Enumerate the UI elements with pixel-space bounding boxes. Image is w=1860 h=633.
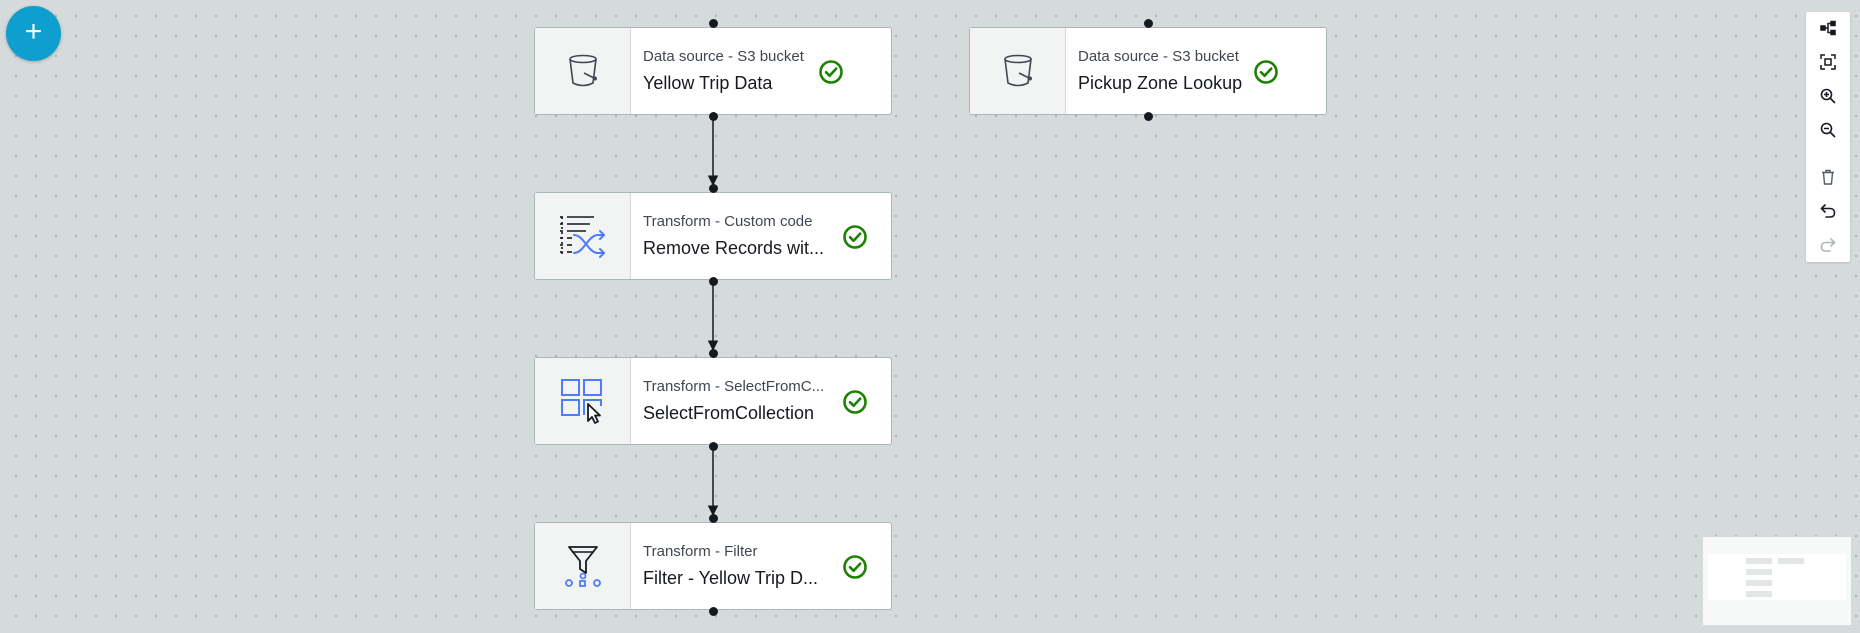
node-yellow-trip-data[interactable]: Data source - S3 bucket Yellow Trip Data [534,27,892,115]
pipeline-canvas[interactable]: + Data source - S3 bucket Yellow Trip Da… [0,0,1860,633]
node-input-port[interactable] [709,184,718,193]
edge-layer [707,116,719,517]
zoom-out-button[interactable] [1816,118,1840,142]
zoom-in-button[interactable] [1816,84,1840,108]
minimap-node [1746,580,1772,586]
node-type-label: Transform - Filter [643,543,758,560]
node-input-port[interactable] [1144,19,1153,28]
minimap-node [1746,558,1772,564]
layout-button[interactable] [1816,16,1840,40]
s3-bucket-icon [568,54,597,87]
select-from-collection-icon [560,379,602,424]
add-node-button[interactable]: + [6,6,61,61]
node-output-port[interactable] [709,277,718,286]
success-check-icon [843,225,867,249]
minimap-viewport[interactable] [1708,554,1846,600]
node-icon-box [535,193,631,279]
node-icon-box [535,28,631,114]
node-output-port[interactable] [709,112,718,121]
node-icon-box [535,358,631,444]
node-type-label: Transform - Custom code [643,213,813,230]
node-name-label: Filter - Yellow Trip D... [643,568,819,588]
success-check-icon [843,555,867,579]
success-check-icon [819,60,843,84]
node-name-label: SelectFromCollection [643,403,815,423]
node-remove-records[interactable]: Transform - Custom code Remove Records w… [534,192,892,280]
fit-to-screen-icon [1820,54,1836,70]
node-name-label: Yellow Trip Data [643,73,773,93]
redo-button[interactable] [1816,233,1840,257]
node-type-label: Data source - S3 bucket [1078,48,1239,65]
node-filter-yellow-trip[interactable]: Transform - Filter Filter - Yellow Trip … [534,522,892,610]
custom-code-transform-icon [559,216,605,258]
fit-to-screen-button[interactable] [1816,50,1840,74]
delete-button[interactable] [1816,165,1840,189]
canvas-toolbar [1806,12,1850,262]
undo-button[interactable] [1816,199,1840,223]
node-output-port[interactable] [709,442,718,451]
node-input-port[interactable] [709,349,718,358]
node-icon-box [970,28,1066,114]
node-select-from-collection[interactable]: Transform - SelectFromC... SelectFromCol… [534,357,892,445]
s3-bucket-icon [1003,54,1032,87]
minimap-node [1746,591,1772,597]
minimap[interactable] [1702,536,1852,626]
success-check-icon [843,390,867,414]
minimap-node [1746,569,1772,575]
layout-icon [1820,20,1836,36]
zoom-in-icon [1820,88,1836,104]
node-name-label: Pickup Zone Lookup [1078,73,1243,93]
zoom-out-icon [1820,122,1836,138]
delete-icon [1822,169,1834,185]
undo-icon [1820,204,1836,218]
node-output-port[interactable] [709,607,718,616]
node-input-port[interactable] [709,514,718,523]
filter-icon [564,546,601,587]
node-name-label: Remove Records wit... [643,238,825,258]
node-type-label: Transform - SelectFromC... [643,378,825,395]
minimap-node [1778,558,1804,564]
node-pickup-zone-lookup[interactable]: Data source - S3 bucket Pickup Zone Look… [969,27,1327,115]
node-icon-box [535,523,631,609]
node-type-label: Data source - S3 bucket [643,48,804,65]
node-input-port[interactable] [709,19,718,28]
success-check-icon [1254,60,1278,84]
node-output-port[interactable] [1144,112,1153,121]
redo-icon [1820,238,1836,252]
plus-icon: + [24,15,43,48]
